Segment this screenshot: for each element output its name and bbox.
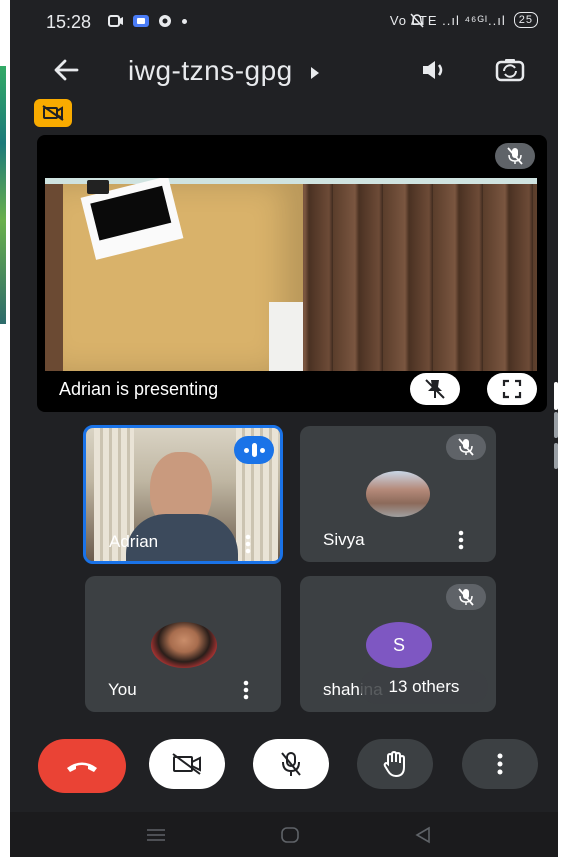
avatar [151, 622, 217, 668]
caret-right-icon [311, 66, 320, 79]
meet-app-screen: 15:28 Vo LTE ..ıl ⁴⁶ᴳᴵ..ıl 25 iwg-tzns-g… [10, 0, 558, 857]
muted-indicator [446, 584, 486, 610]
screen-record-icon [108, 15, 123, 27]
system-navigation-bar [10, 812, 558, 857]
fullscreen-button[interactable] [487, 373, 537, 405]
scroll-indicator [554, 443, 558, 469]
mic-off-icon [507, 147, 523, 165]
back-nav-icon[interactable] [415, 826, 431, 844]
arrow-left-icon [54, 59, 79, 81]
video-off-icon [42, 105, 64, 121]
participant-name: Adrian [109, 532, 159, 551]
status-time: 15:28 [46, 12, 92, 32]
participant-tile-adrian[interactable]: Adrian [83, 425, 283, 564]
mic-toggle-button[interactable] [253, 739, 329, 789]
battery-indicator: 25 [513, 12, 538, 28]
home-icon[interactable] [280, 826, 300, 844]
more-vert-icon [497, 753, 503, 775]
signal-status-text: Vo LTE ..ıl ⁴⁶ᴳᴵ..ıl [389, 12, 506, 28]
muted-indicator [446, 434, 486, 460]
meet-app-icon [133, 15, 149, 27]
presenter-muted-indicator [495, 143, 535, 169]
chrome-icon [159, 15, 171, 27]
back-button[interactable] [46, 50, 86, 90]
wallpaper-image [0, 66, 6, 324]
camera-toggle-button[interactable] [149, 739, 225, 789]
scrollbar-thumb[interactable] [554, 382, 558, 410]
notification-dot-icon [182, 19, 187, 24]
unpin-button[interactable] [410, 373, 460, 405]
scroll-indicator [554, 412, 558, 438]
participant-tile-shahina[interactable]: S shahina 13 others [300, 576, 496, 712]
others-count-badge[interactable]: 13 others [360, 670, 488, 704]
more-options-button[interactable] [462, 739, 538, 789]
mic-off-icon [458, 438, 474, 456]
raise-hand-button[interactable] [357, 739, 433, 789]
fullscreen-icon [502, 379, 522, 399]
background-wallpaper-strip [0, 0, 10, 857]
avatar: S [366, 622, 432, 668]
recent-apps-icon[interactable] [146, 828, 166, 842]
speaker-icon [423, 61, 443, 79]
more-options-icon[interactable] [243, 680, 249, 700]
mic-off-icon [458, 588, 474, 606]
flip-camera-icon [495, 59, 525, 82]
participant-name: You [108, 680, 137, 699]
meeting-title[interactable]: iwg-tzns-gpg [128, 55, 321, 87]
meeting-code: iwg-tzns-gpg [128, 55, 293, 86]
leave-call-button[interactable] [38, 739, 126, 793]
participant-tile-you[interactable]: You [85, 576, 281, 712]
pin-off-icon [425, 379, 445, 399]
audio-output-button[interactable] [415, 50, 455, 90]
presentation-tile[interactable]: Adrian is presenting [37, 135, 547, 412]
more-options-icon[interactable] [245, 534, 251, 554]
more-options-icon[interactable] [458, 530, 464, 550]
presenting-label: Adrian is presenting [59, 379, 219, 399]
switch-camera-button[interactable] [490, 50, 530, 90]
avatar [366, 471, 430, 517]
phone-hangup-icon [67, 762, 97, 772]
video-off-icon [172, 753, 201, 775]
shared-screen-content [45, 178, 537, 371]
speaking-indicator [234, 436, 274, 464]
status-right: Vo LTE ..ıl ⁴⁶ᴳᴵ..ıl 25 [390, 12, 538, 28]
mic-off-icon [281, 752, 301, 776]
hand-icon [383, 750, 405, 778]
participant-name: Sivya [323, 530, 365, 549]
camera-off-badge [34, 99, 72, 127]
participant-tile-sivya[interactable]: Sivya [300, 426, 496, 562]
